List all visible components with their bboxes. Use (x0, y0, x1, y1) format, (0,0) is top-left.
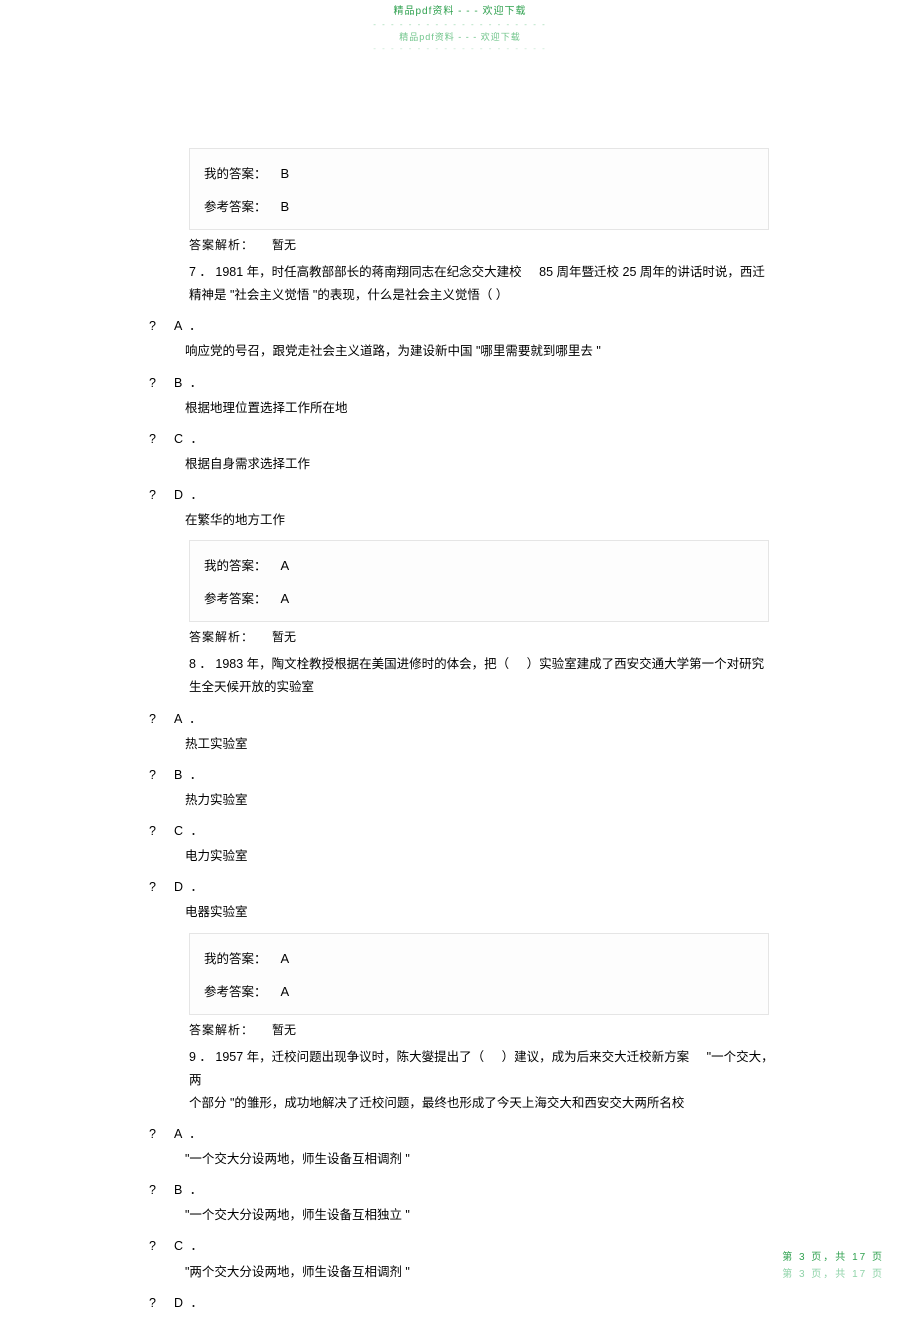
q8-option-a: ? A ． 热工实验室 (141, 708, 781, 756)
ref-answer-label: 参考答案： (204, 981, 267, 1000)
bullet-icon: ? (149, 484, 156, 507)
q9-stem-part2: ）建议，成为后来交大迁校新方案 (502, 1050, 690, 1064)
ref-answer-value: A (281, 984, 290, 999)
answer-box-q7: 我的答案： A 参考答案： A (189, 540, 769, 622)
analysis-line-q6: 答案解析： 暂无 (189, 236, 781, 253)
analysis-label: 答案解析： (189, 236, 254, 253)
q9-stem-part1: 9 ． 1957 年，迁校问题出现争议时，陈大燮提出了（ (189, 1050, 484, 1064)
my-answer-label: 我的答案： (204, 163, 267, 182)
header-line-1: 精品pdf资料 - - - 欢迎下载 (0, 6, 920, 18)
header-dashes-2: - - - - - - - - - - - - - - - - - - - - (0, 44, 920, 54)
option-letter: D ． (174, 1292, 205, 1315)
ref-answer-value: B (281, 199, 290, 214)
q8-option-c: ? C ． 电力实验室 (141, 820, 781, 868)
my-answer-value: B (281, 166, 290, 181)
header-line-2: 精品pdf资料 - - - 欢迎下载 (0, 32, 920, 43)
analysis-label: 答案解析： (189, 1021, 254, 1038)
option-letter: A ． (174, 315, 204, 338)
option-letter: B ． (174, 372, 204, 395)
q7-option-d-text: 在繁华的地方工作 (185, 509, 781, 532)
answer-box-q6: 我的答案： B 参考答案： B (189, 148, 769, 230)
option-letter: D ． (174, 876, 205, 899)
bullet-icon: ? (149, 315, 156, 338)
analysis-value: 暂无 (272, 1021, 296, 1038)
q7-stem-line2: 精神是 "社会主义觉悟 "的表现，什么是社会主义觉悟（ ） (189, 288, 508, 302)
my-answer-label: 我的答案： (204, 555, 267, 574)
option-letter: B ． (174, 1179, 204, 1202)
q7-stem-part1: 7 ． 1981 年，时任高教部部长的蒋南翔同志在纪念交大建校 (189, 265, 522, 279)
bullet-icon: ? (149, 764, 156, 787)
bullet-icon: ? (149, 372, 156, 395)
analysis-label: 答案解析： (189, 628, 254, 645)
ref-answer-label: 参考答案： (204, 588, 267, 607)
ref-answer-value: A (281, 591, 290, 606)
q8-stem-part2: ）实验室建成了西安交通大学第一个对研究 (527, 657, 765, 671)
page: 精品pdf资料 - - - 欢迎下载 - - - - - - - - - - -… (0, 0, 920, 1303)
q7-stem-part2: 85 周年暨迁校 25 周年的讲话时说，西迁 (539, 265, 765, 279)
q8-option-d: ? D ． 电器实验室 (141, 876, 781, 924)
analysis-value: 暂无 (272, 628, 296, 645)
option-letter: D ． (174, 484, 205, 507)
q7-option-a: ? A ． 响应党的号召，跟党走社会主义道路，为建设新中国 "哪里需要就到哪里去 … (141, 315, 781, 363)
q8-stem: 8 ． 1983 年，陶文栓教授根据在美国进修时的体会，把（ ）实验室建成了西安… (189, 653, 781, 699)
q9-option-c: ? C ． "两个交大分设两地，师生设备互相调剂 " (141, 1235, 781, 1283)
bullet-icon: ? (149, 1123, 156, 1146)
option-letter: C ． (174, 428, 205, 451)
header-dashes-1: - - - - - - - - - - - - - - - - - - - - (0, 20, 920, 30)
page-footer: 第 3 页，共 17 页 第 3 页，共 17 页 (782, 1249, 884, 1283)
q7-stem: 7 ． 1981 年，时任高教部部长的蒋南翔同志在纪念交大建校 85 周年暨迁校… (189, 261, 781, 307)
q8-stem-line2: 生全天候开放的实验室 (189, 680, 314, 694)
q7-option-a-text: 响应党的号召，跟党走社会主义道路，为建设新中国 "哪里需要就到哪里去 " (185, 340, 781, 363)
ref-answer-label: 参考答案： (204, 196, 267, 215)
q7-option-b: ? B ． 根据地理位置选择工作所在地 (141, 372, 781, 420)
q9-option-c-text: "两个交大分设两地，师生设备互相调剂 " (185, 1261, 781, 1284)
analysis-value: 暂无 (272, 236, 296, 253)
q7-option-c-text: 根据自身需求选择工作 (185, 453, 781, 476)
footer-line-1: 第 3 页，共 17 页 (782, 1249, 884, 1266)
q7-option-d: ? D ． 在繁华的地方工作 (141, 484, 781, 532)
q9-stem-line2: 个部分 "的雏形，成功地解决了迁校问题，最终也形成了今天上海交大和西安交大两所名… (189, 1096, 684, 1110)
answer-box-q8: 我的答案： A 参考答案： A (189, 933, 769, 1015)
bullet-icon: ? (149, 1292, 156, 1315)
q8-stem-part1: 8 ． 1983 年，陶文栓教授根据在美国进修时的体会，把（ (189, 657, 509, 671)
bullet-icon: ? (149, 876, 156, 899)
page-header: 精品pdf资料 - - - 欢迎下载 - - - - - - - - - - -… (0, 6, 920, 54)
q9-option-a: ? A ． "一个交大分设两地，师生设备互相调剂 " (141, 1123, 781, 1171)
bullet-icon: ? (149, 708, 156, 731)
bullet-icon: ? (149, 820, 156, 843)
q7-option-c: ? C ． 根据自身需求选择工作 (141, 428, 781, 476)
q9-option-b-text: "一个交大分设两地，师生设备互相独立 " (185, 1204, 781, 1227)
option-letter: B ． (174, 764, 204, 787)
q8-option-a-text: 热工实验室 (185, 733, 781, 756)
option-letter: C ． (174, 1235, 205, 1258)
q7-option-b-text: 根据地理位置选择工作所在地 (185, 397, 781, 420)
option-letter: A ． (174, 708, 204, 731)
analysis-line-q7: 答案解析： 暂无 (189, 628, 781, 645)
q8-option-d-text: 电器实验室 (185, 901, 781, 924)
q9-option-b: ? B ． "一个交大分设两地，师生设备互相独立 " (141, 1179, 781, 1227)
q9-option-d: ? D ． (141, 1292, 781, 1315)
option-letter: A ． (174, 1123, 204, 1146)
content-area: 我的答案： B 参考答案： B 答案解析： 暂无 7 ． 1981 年，时任高教… (141, 148, 781, 1323)
footer-line-2: 第 3 页，共 17 页 (782, 1266, 884, 1283)
my-answer-value: A (281, 558, 290, 573)
q9-stem: 9 ． 1957 年，迁校问题出现争议时，陈大燮提出了（ ）建议，成为后来交大迁… (189, 1046, 781, 1115)
my-answer-value: A (281, 951, 290, 966)
q8-option-b: ? B ． 热力实验室 (141, 764, 781, 812)
my-answer-label: 我的答案： (204, 948, 267, 967)
option-letter: C ． (174, 820, 205, 843)
bullet-icon: ? (149, 1179, 156, 1202)
q8-option-c-text: 电力实验室 (185, 845, 781, 868)
bullet-icon: ? (149, 1235, 156, 1258)
q8-option-b-text: 热力实验室 (185, 789, 781, 812)
analysis-line-q8: 答案解析： 暂无 (189, 1021, 781, 1038)
bullet-icon: ? (149, 428, 156, 451)
q9-option-a-text: "一个交大分设两地，师生设备互相调剂 " (185, 1148, 781, 1171)
